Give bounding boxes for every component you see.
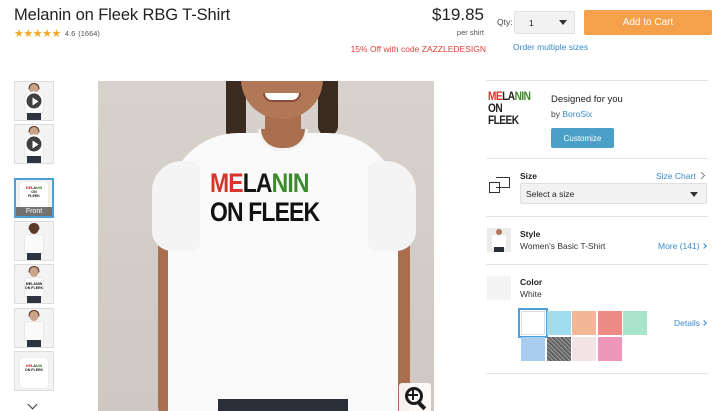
order-multiple-sizes-link[interactable]: Order multiple sizes [513, 42, 588, 52]
print-part-1: ME [210, 168, 244, 198]
color-value: White [520, 289, 542, 299]
thumbnail-video-2[interactable] [14, 124, 54, 164]
play-icon [24, 91, 44, 111]
color-swatch[interactable] [572, 311, 596, 335]
print-part-3: NIN [271, 168, 310, 198]
chevron-right-icon [701, 243, 707, 249]
chevron-down-icon[interactable] [27, 399, 38, 410]
thumbnail-video-1[interactable] [14, 81, 54, 121]
color-swatch[interactable] [597, 311, 622, 335]
divider [486, 373, 708, 374]
design-thumbnail: MELANIN ON FLEEK [488, 88, 540, 138]
size-icon [489, 177, 511, 193]
size-chart-link[interactable]: Size Chart [656, 171, 696, 181]
print-part-2: LA [242, 168, 273, 198]
color-swatch[interactable] [597, 336, 622, 361]
designed-for-you-label: Designed for you [551, 94, 623, 105]
main-product-image[interactable]: MELANIN ON FLEEK [98, 81, 434, 411]
style-value: Women's Basic T-Shirt [520, 241, 606, 251]
color-details-link[interactable]: Details [674, 318, 700, 328]
designer-byline: by BoroSix [551, 109, 592, 119]
divider [486, 216, 708, 217]
divider [486, 264, 708, 265]
thumbnail-front[interactable]: MELANIN ON FLEEK Front [14, 178, 54, 218]
style-label: Style [520, 229, 541, 239]
design-thumb-line2: ON FLEEK [488, 103, 519, 127]
print-line-2: ON FLEEK [210, 197, 320, 227]
rating[interactable]: ★★★★★ 4.6 (1664) [14, 27, 100, 40]
review-count[interactable]: (1664) [78, 29, 100, 38]
color-swatch[interactable] [546, 336, 571, 361]
star-rating-icon: ★★★★★ [14, 28, 61, 40]
play-icon [24, 134, 44, 154]
rating-value: 4.6 [64, 29, 76, 38]
style-thumbnail [487, 228, 511, 252]
more-styles-link[interactable]: More (141) [658, 241, 700, 251]
color-swatch[interactable] [546, 311, 571, 335]
color-label: Color [520, 277, 543, 287]
price: $19.85 [432, 5, 484, 24]
price-unit: per shirt [456, 28, 484, 37]
thumbnail-model-side[interactable] [14, 308, 54, 348]
thumbnail-back[interactable] [14, 221, 54, 261]
thumbnail-flat[interactable]: MELANIN ON FLEEK [14, 351, 54, 391]
chevron-right-icon [701, 320, 707, 326]
size-placeholder: Select a size [526, 189, 575, 199]
thumbnail-model-front[interactable]: MELANIN ON FLEEK [14, 264, 54, 304]
divider [486, 158, 708, 159]
divider [486, 80, 708, 81]
color-swatch[interactable] [518, 308, 548, 338]
thumbnail-label: Front [16, 207, 52, 216]
shirt-print: MELANIN ON FLEEK [210, 168, 320, 227]
by-label: by [551, 109, 560, 119]
promo-text: 15% Off with code ZAZZLEDESIGN [350, 44, 486, 54]
size-select[interactable]: Select a size [520, 183, 707, 204]
chevron-down-icon [559, 20, 567, 25]
qty-label: Qty: [497, 17, 513, 27]
qty-select[interactable]: 1 [514, 11, 575, 34]
external-link-icon [698, 172, 705, 179]
designer-link[interactable]: BoroSix [562, 109, 592, 119]
chevron-down-icon [690, 192, 698, 197]
color-preview [487, 276, 511, 300]
color-swatch[interactable] [572, 336, 596, 361]
zoom-icon[interactable] [399, 383, 431, 411]
product-title: Melanin on Fleek RBG T-Shirt [14, 6, 231, 24]
add-to-cart-button[interactable]: Add to Cart [584, 10, 712, 35]
qty-value: 1 [529, 18, 534, 28]
color-swatch[interactable] [623, 311, 647, 335]
color-swatch[interactable] [521, 336, 545, 361]
customize-button[interactable]: Customize [551, 128, 614, 148]
size-label: Size [520, 171, 538, 181]
